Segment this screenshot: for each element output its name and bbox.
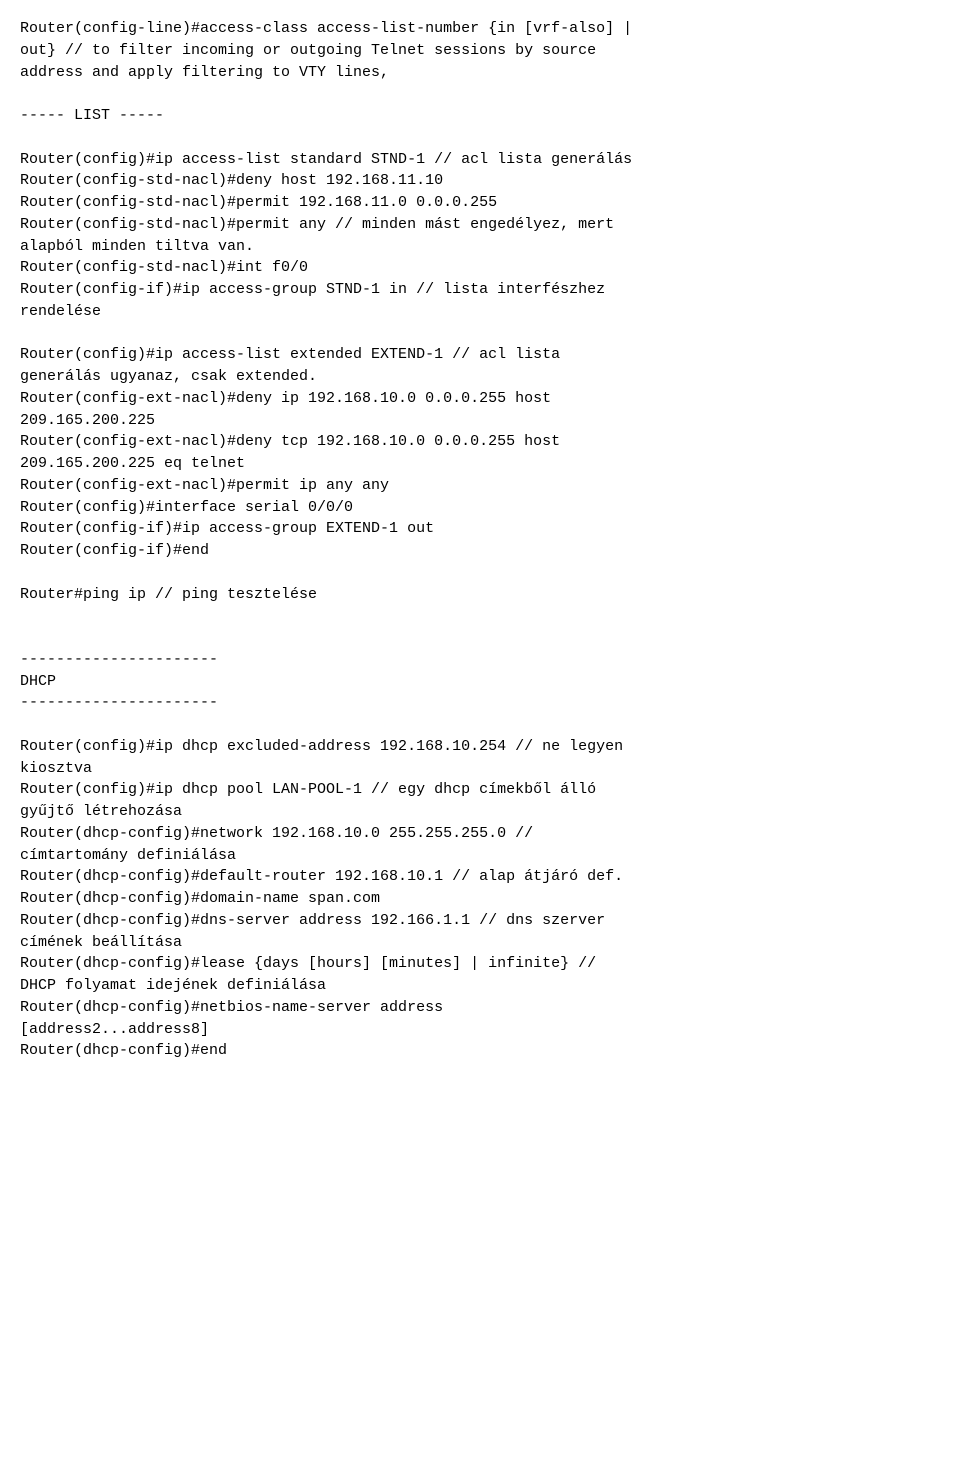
main-content: Router(config-line)#access-class access-… bbox=[20, 18, 940, 1062]
